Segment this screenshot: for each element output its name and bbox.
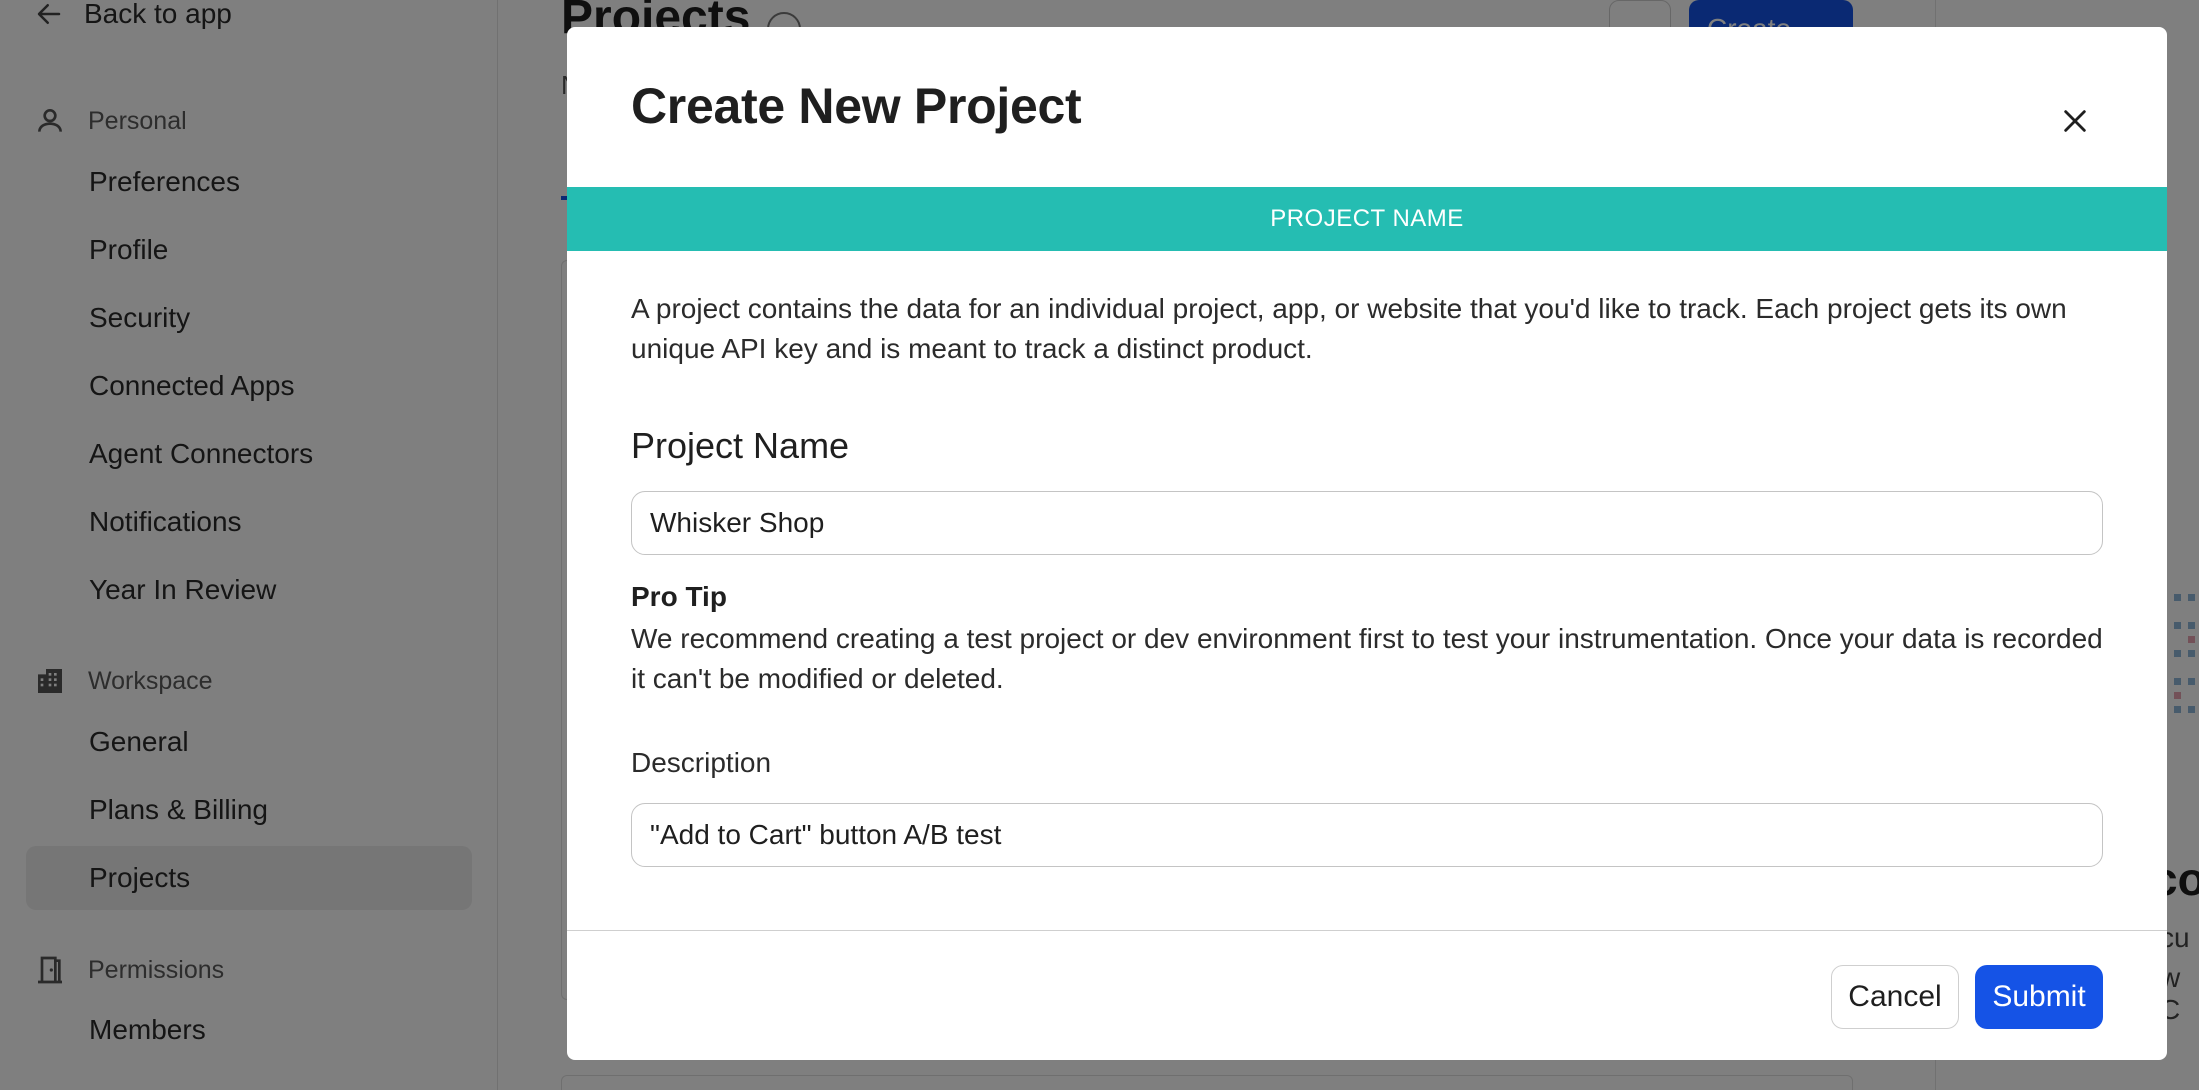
modal-footer-divider [567, 930, 2167, 931]
submit-button[interactable]: Submit [1975, 965, 2103, 1029]
create-project-modal: Create New Project PROJECT NAME A projec… [567, 27, 2167, 1060]
close-button[interactable] [2053, 101, 2097, 145]
step-banner: PROJECT NAME [567, 187, 2167, 251]
description-label: Description [631, 747, 772, 778]
close-icon [2061, 107, 2089, 140]
project-name-input[interactable] [631, 491, 2103, 555]
pro-tip-text: We recommend creating a test project or … [631, 623, 2103, 694]
project-name-label: Project Name [631, 425, 850, 466]
modal-title: Create New Project [631, 78, 1082, 134]
intro-text: A project contains the data for an indiv… [631, 293, 2067, 364]
cancel-button[interactable]: Cancel [1831, 965, 1959, 1029]
pro-tip-title: Pro Tip [631, 581, 727, 612]
description-input[interactable] [631, 803, 2103, 867]
